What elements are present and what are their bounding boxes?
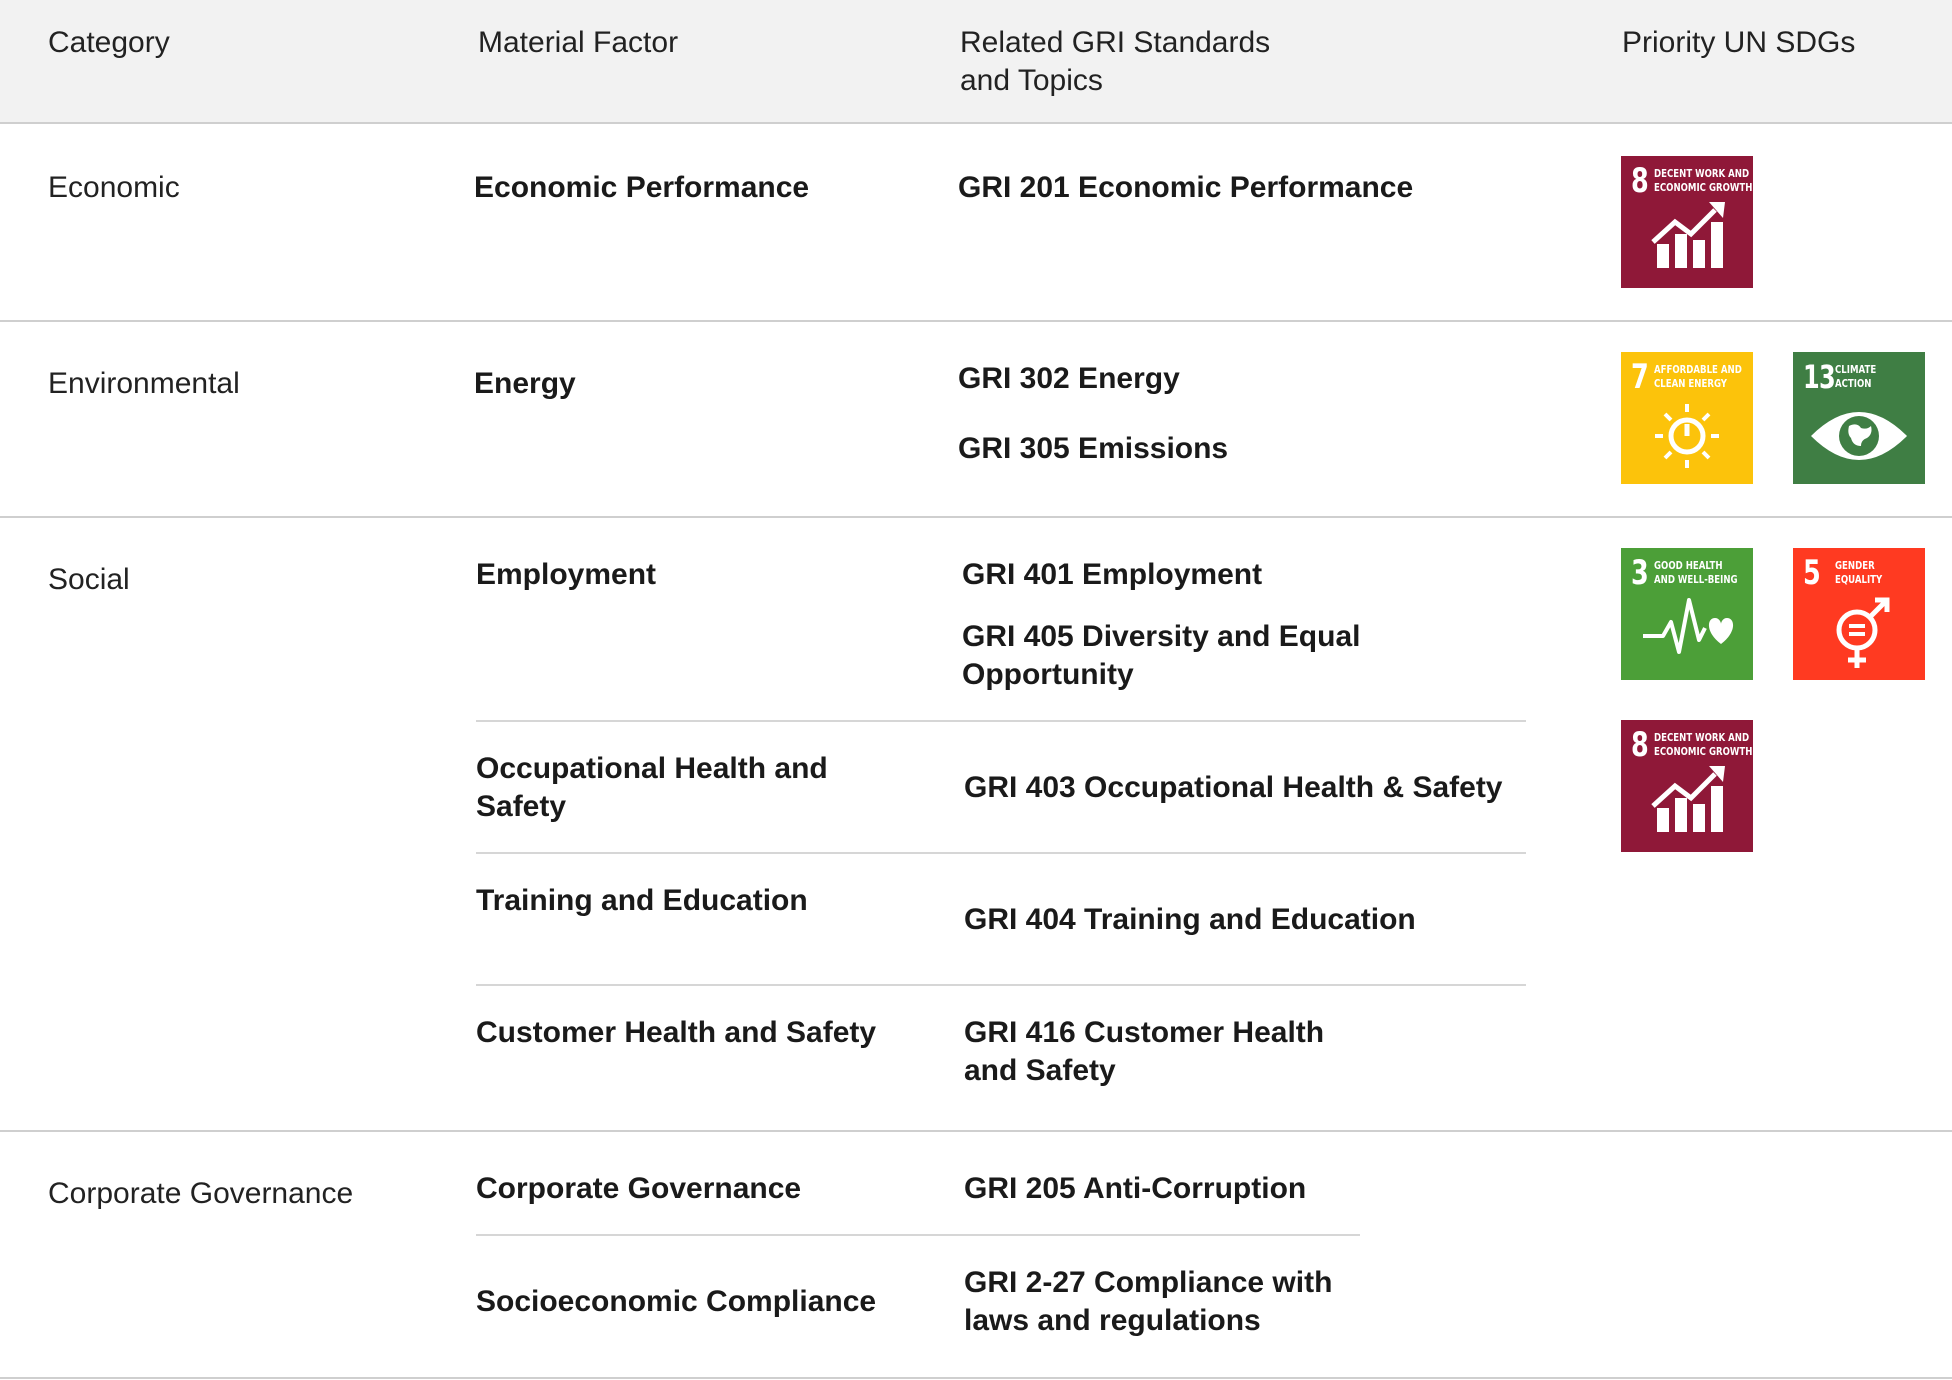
factor-economic-performance: Economic Performance: [474, 171, 810, 204]
sdg3-label-line1: Good health: [1654, 559, 1723, 572]
gri-405-line2: Opportunity: [962, 658, 1134, 691]
sdg13-label-line1: Climate: [1835, 363, 1877, 376]
gri-201: GRI 201 Economic Performance: [958, 171, 1414, 204]
gri-302: GRI 302 Energy: [958, 362, 1180, 395]
sdg3-label-line2: and well-being: [1654, 573, 1738, 586]
gri-416-line1: GRI 416 Customer Health: [964, 1016, 1325, 1049]
sdg13-label-line2: action: [1835, 377, 1872, 390]
category-corporate-governance: Corporate Governance: [48, 1177, 354, 1210]
sub-row-divider: [476, 852, 1526, 854]
factor-occupational-health-line2: Safety: [476, 790, 567, 823]
sdg13-label: Climate action: [1835, 363, 1910, 391]
factor-corporate-governance: Corporate Governance: [476, 1172, 802, 1205]
gri-2-27-line1: GRI 2-27 Compliance with: [964, 1266, 1333, 1299]
sub-row-divider: [476, 984, 1526, 986]
sdg3-tile: 3 Good health and well-being: [1621, 548, 1753, 680]
header-gri-standards: Related GRI Standards and Topics: [960, 24, 1270, 100]
gri-403: GRI 403 Occupational Health & Safety: [964, 771, 1503, 804]
sdg8-label-line1: Decent work and: [1654, 731, 1750, 744]
sdg5-label-line1: Gender: [1835, 559, 1875, 572]
factor-energy: Energy: [474, 367, 576, 400]
sdg8-tile: 8 Decent work and economic growth: [1621, 720, 1753, 852]
factor-employment: Employment: [476, 558, 657, 591]
category-social: Social: [48, 563, 130, 596]
sdg8-number: 8: [1631, 725, 1649, 765]
header-category: Category: [48, 26, 170, 59]
sdg8-label: Decent work and economic growth: [1654, 167, 1753, 195]
header-material-factor: Material Factor: [478, 26, 679, 59]
sdg8-label-line1: Decent work and: [1654, 167, 1750, 180]
sdg7-number: 7: [1631, 357, 1649, 397]
sdg3-number: 3: [1631, 553, 1649, 593]
sdg8-label-line2: economic growth: [1654, 181, 1753, 194]
factor-customer-health: Customer Health and Safety: [476, 1016, 877, 1049]
gri-416-line2: and Safety: [964, 1054, 1116, 1087]
sdg8-tile: 8 Decent work and economic growth: [1621, 156, 1753, 288]
row-divider: [0, 1377, 1952, 1379]
sdg3-label: Good health and well-being: [1654, 559, 1738, 587]
category-environmental: Environmental: [48, 367, 240, 400]
sdg7-label: Affordable and clean energy: [1654, 363, 1742, 391]
factor-occupational-health-line1: Occupational Health and: [476, 752, 828, 785]
sdg5-label-line2: equality: [1835, 573, 1883, 586]
sdg5-number: 5: [1803, 553, 1821, 593]
sdg13-tile: 13 Climate action: [1793, 352, 1925, 484]
sdg8-label: Decent work and economic growth: [1654, 731, 1753, 759]
sdg7-label-line1: Affordable and: [1654, 363, 1742, 376]
factor-socioeconomic-compliance: Socioeconomic Compliance: [476, 1285, 877, 1318]
gri-305: GRI 305 Emissions: [958, 432, 1229, 465]
header-gri-line2: and Topics: [960, 64, 1103, 97]
gri-2-27-line2: laws and regulations: [964, 1304, 1261, 1337]
sdg5-label: Gender equality: [1835, 559, 1910, 587]
sdg7-tile: 7 Affordable and clean energy: [1621, 352, 1753, 484]
row-divider: [0, 1130, 1952, 1132]
row-divider: [0, 320, 1952, 322]
gri-405-line1: GRI 405 Diversity and Equal: [962, 620, 1361, 653]
gri-404: GRI 404 Training and Education: [964, 903, 1416, 936]
sdg7-label-line2: clean energy: [1654, 377, 1728, 390]
row-divider: [0, 516, 1952, 518]
sdg13-number: 13: [1803, 358, 1836, 396]
sdg8-label-line2: economic growth: [1654, 745, 1753, 758]
sdg8-number: 8: [1631, 161, 1649, 201]
sdg5-tile: 5 Gender equality: [1793, 548, 1925, 680]
header-sdgs: Priority UN SDGs: [1622, 26, 1856, 59]
factor-training-education: Training and Education: [476, 884, 808, 917]
sub-row-divider: [476, 1234, 1360, 1236]
header-gri-line1: Related GRI Standards: [960, 26, 1271, 59]
category-economic: Economic: [48, 171, 180, 204]
gri-401: GRI 401 Employment: [962, 558, 1263, 591]
table-header: Category Material Factor Related GRI Sta…: [0, 0, 1952, 124]
sub-row-divider: [476, 720, 1526, 722]
gri-205: GRI 205 Anti-Corruption: [964, 1172, 1307, 1205]
